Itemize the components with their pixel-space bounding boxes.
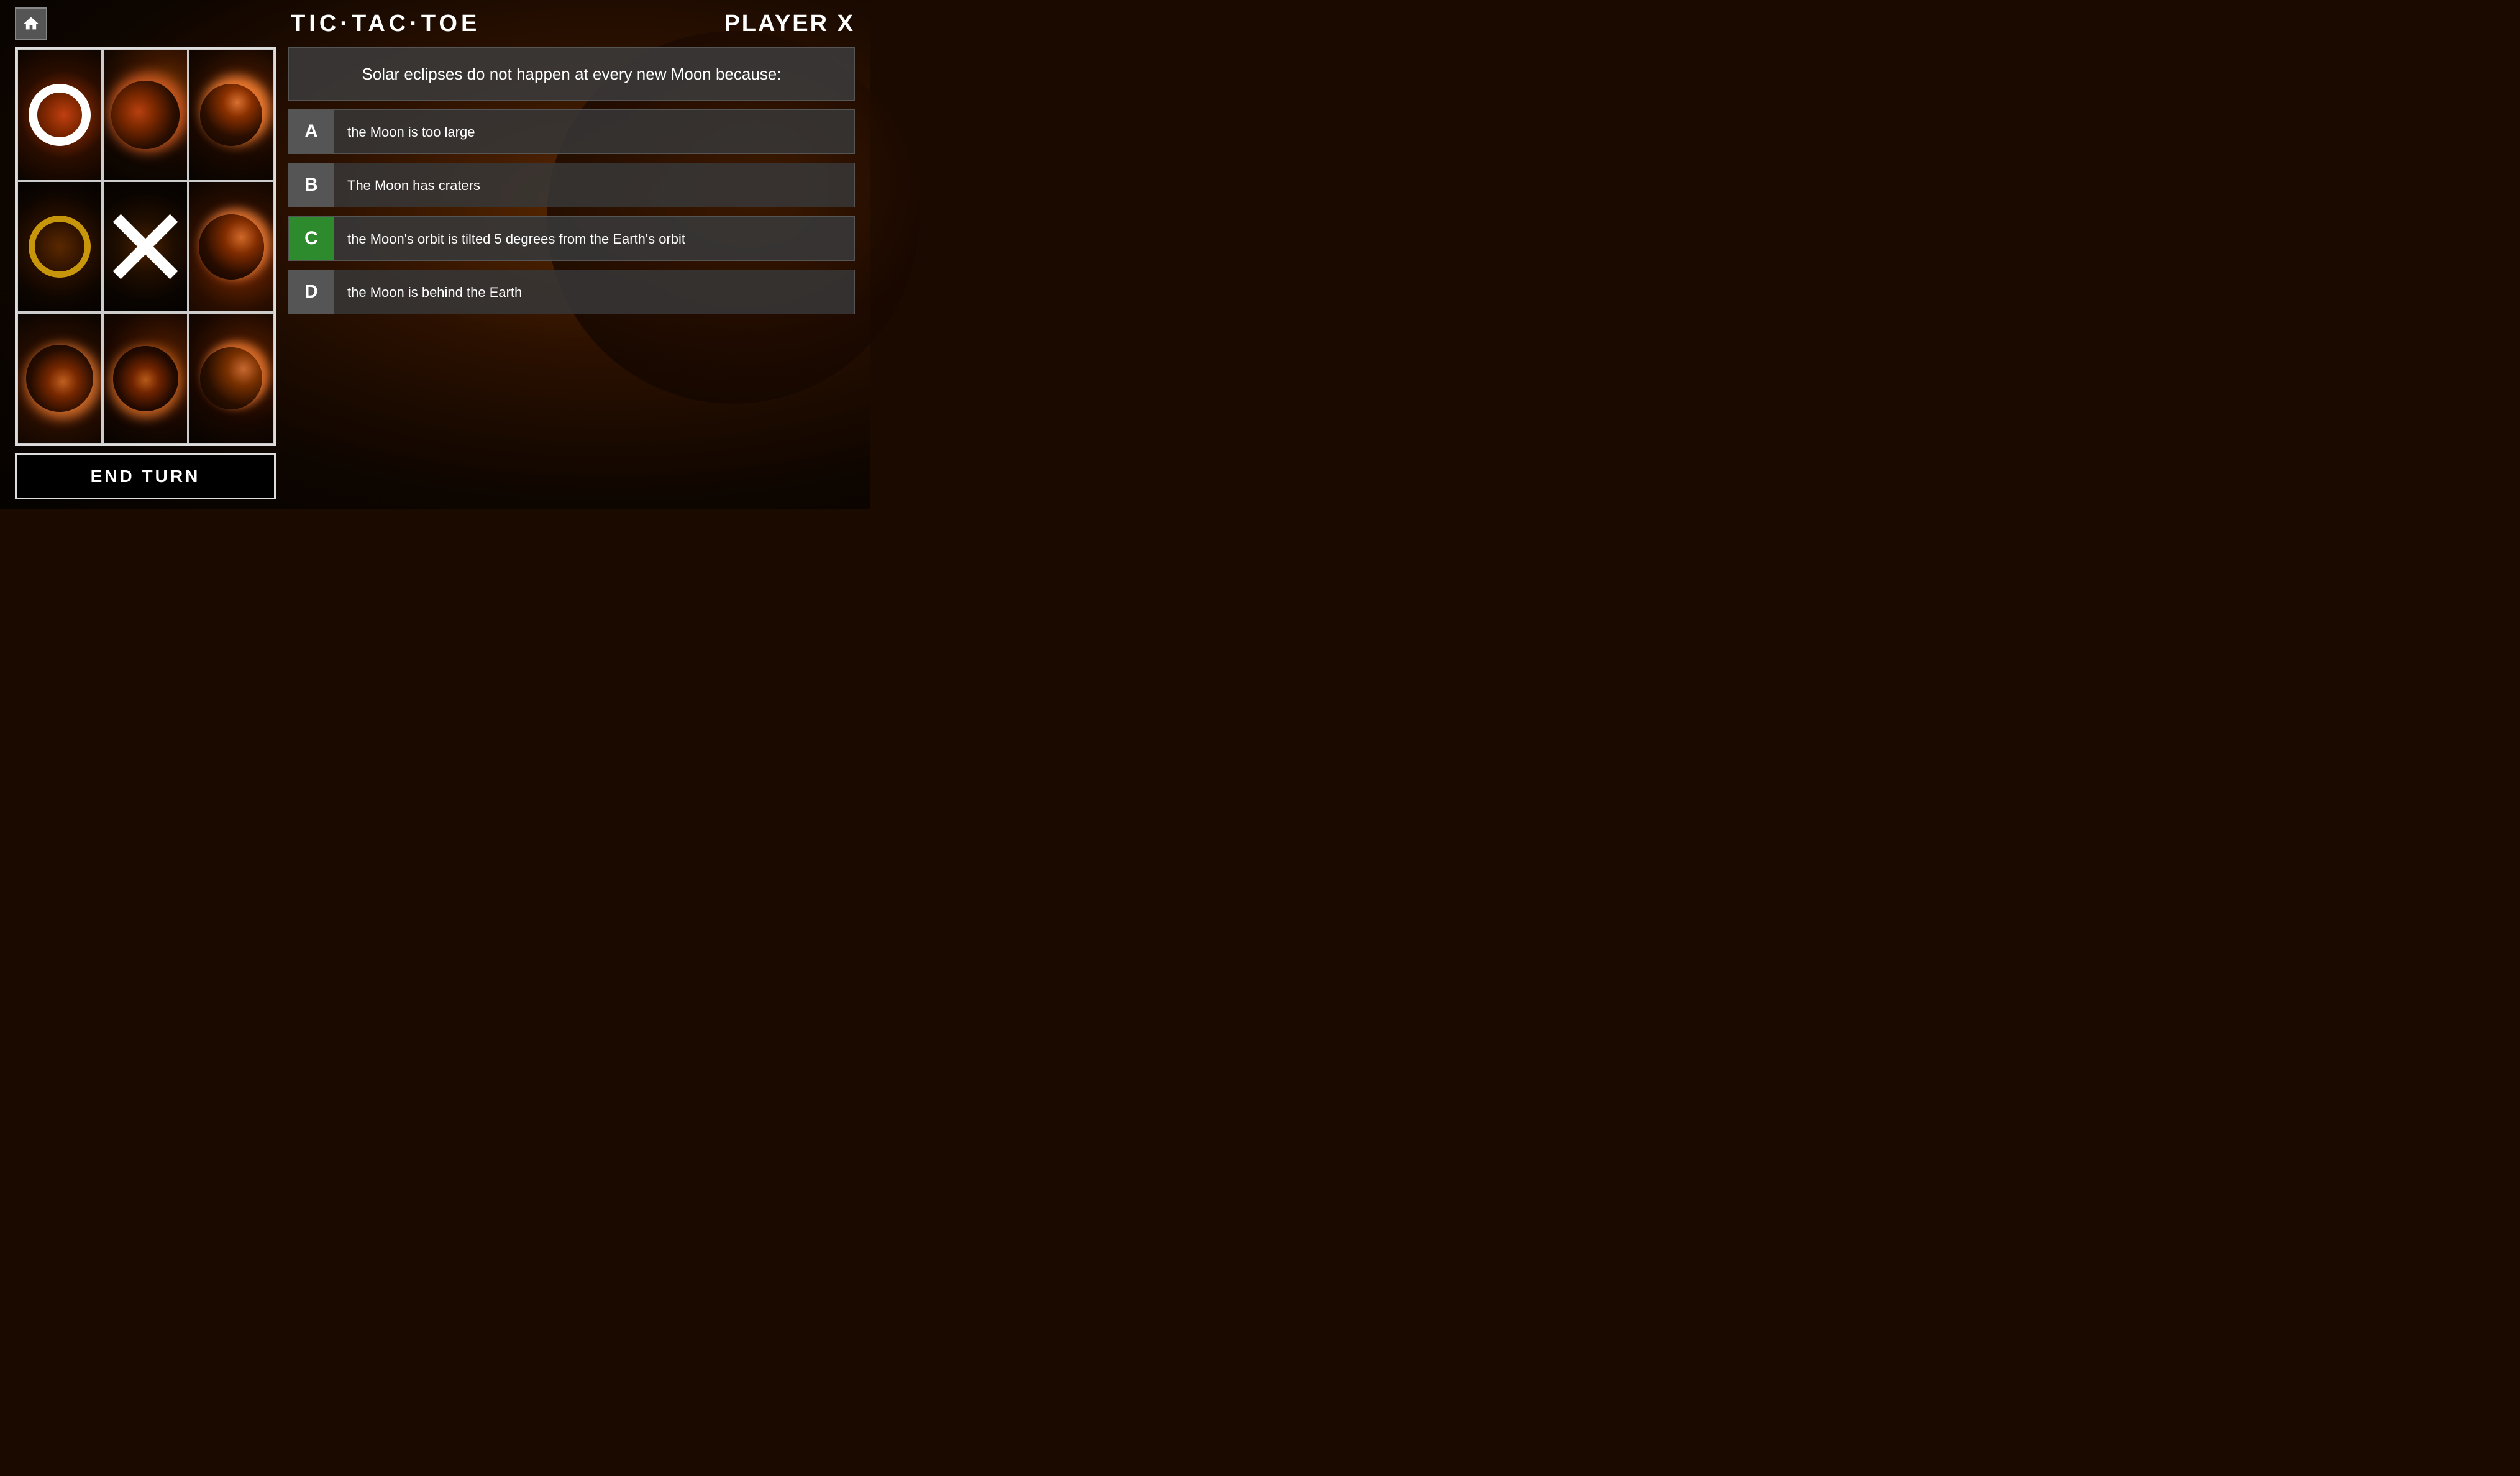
cell-2-planet bbox=[111, 81, 180, 149]
answer-option-b[interactable]: B The Moon has craters bbox=[288, 163, 855, 207]
answer-letter-b: B bbox=[289, 163, 334, 207]
cell-3[interactable] bbox=[188, 49, 274, 181]
answer-letter-a: A bbox=[289, 110, 334, 153]
cell-6-planet bbox=[199, 214, 264, 280]
cell-2[interactable] bbox=[103, 49, 188, 181]
main-content: END TURN Solar eclipses do not happen at… bbox=[0, 47, 870, 509]
header: TIC·TAC·TOE PLAYER X bbox=[0, 0, 870, 47]
mark-x-5 bbox=[111, 212, 180, 281]
cell-7-planet bbox=[26, 345, 93, 412]
answer-text-d: the Moon is behind the Earth bbox=[334, 275, 536, 311]
cell-1[interactable] bbox=[17, 49, 103, 181]
cell-9[interactable] bbox=[188, 312, 274, 444]
mark-o-gold-4 bbox=[29, 216, 91, 278]
answer-letter-d: D bbox=[289, 270, 334, 314]
answer-option-a[interactable]: A the Moon is too large bbox=[288, 109, 855, 154]
cell-8-planet bbox=[113, 346, 178, 411]
answer-text-b: The Moon has craters bbox=[334, 168, 494, 204]
answer-letter-c: C bbox=[289, 217, 334, 260]
tictactoe-board bbox=[15, 47, 276, 446]
question-text: Solar eclipses do not happen at every ne… bbox=[288, 47, 855, 101]
right-panel: Solar eclipses do not happen at every ne… bbox=[288, 47, 855, 499]
answer-option-d[interactable]: D the Moon is behind the Earth bbox=[288, 270, 855, 314]
home-button[interactable] bbox=[15, 7, 47, 40]
end-turn-button[interactable]: END TURN bbox=[15, 453, 276, 499]
left-panel: END TURN bbox=[15, 47, 276, 499]
cell-9-planet bbox=[200, 347, 262, 409]
cell-8[interactable] bbox=[103, 312, 188, 444]
cell-6[interactable] bbox=[188, 181, 274, 312]
cell-5[interactable] bbox=[103, 181, 188, 312]
app-container: TIC·TAC·TOE PLAYER X bbox=[0, 0, 870, 509]
answer-option-c[interactable]: C the Moon's orbit is tilted 5 degrees f… bbox=[288, 216, 855, 261]
game-title: TIC·TAC·TOE bbox=[60, 11, 711, 37]
home-icon bbox=[22, 15, 40, 32]
player-label: PLAYER X bbox=[724, 11, 855, 37]
answer-text-c: the Moon's orbit is tilted 5 degrees fro… bbox=[334, 221, 699, 257]
cell-7[interactable] bbox=[17, 312, 103, 444]
cell-3-planet bbox=[200, 84, 262, 146]
answer-text-a: the Moon is too large bbox=[334, 114, 488, 150]
mark-o-white-1 bbox=[29, 84, 91, 146]
cell-4[interactable] bbox=[17, 181, 103, 312]
